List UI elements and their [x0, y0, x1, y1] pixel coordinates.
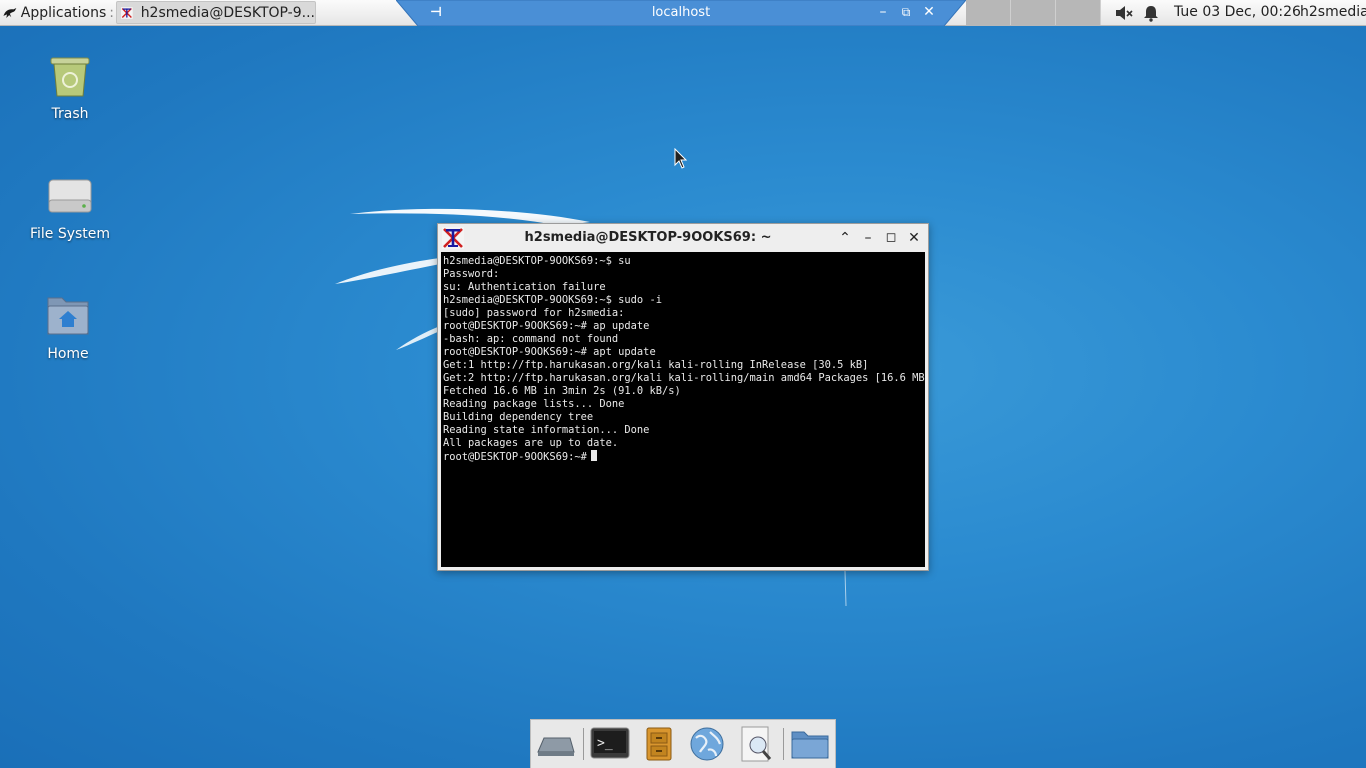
- terminal-output[interactable]: h2smedia@DESKTOP-9OOKS69:~$ su Password:…: [441, 252, 925, 567]
- terminal-line: root@DESKTOP-9OOKS69:~# apt update: [443, 346, 656, 358]
- terminal-prompt-line: root@DESKTOP-9OOKS69:~#: [443, 450, 925, 464]
- pin-icon[interactable]: ⊣: [430, 5, 446, 20]
- terminal-line: su: Authentication failure: [443, 281, 606, 293]
- terminal-line: Get:2 http://ftp.harukasan.org/kali kali…: [443, 372, 925, 384]
- workspace-3[interactable]: [1056, 0, 1101, 25]
- mouse-pointer-icon: [674, 148, 688, 169]
- remote-minimize-button[interactable]: –: [874, 3, 892, 21]
- applications-menu-button[interactable]: Applications :: [2, 1, 114, 24]
- notification-bell-icon[interactable]: [1142, 4, 1160, 22]
- terminal-line: Reading package lists... Done: [443, 398, 625, 410]
- top-panel: Applications : h2smedia@DESKTOP-9... ⊣ l…: [0, 0, 1366, 26]
- desktop-icon-label: Home: [47, 346, 89, 362]
- drive-icon: [48, 179, 92, 213]
- xterm-icon: [121, 6, 133, 19]
- kali-dragon-icon: [3, 7, 17, 18]
- web-browser-icon[interactable]: [686, 724, 728, 764]
- terminal-line: root@DESKTOP-9OOKS69:~# ap update: [443, 320, 650, 332]
- search-icon[interactable]: [735, 724, 777, 764]
- terminal-line: h2smedia@DESKTOP-9OOKS69:~$ su: [443, 255, 631, 267]
- dock-separator: [783, 728, 784, 760]
- user-menu[interactable]: h2smedia: [1300, 4, 1366, 20]
- terminal-icon[interactable]: >_: [589, 724, 631, 764]
- dock-separator: [583, 728, 584, 760]
- terminal-line: Password:: [443, 268, 500, 280]
- panel-clock[interactable]: Tue 03 Dec, 00:26: [1174, 4, 1301, 20]
- remote-connection-bar: ⊣ localhost – ⧉ ✕: [396, 0, 966, 26]
- minimize-button[interactable]: –: [859, 229, 877, 247]
- applications-label: Applications: [20, 4, 107, 21]
- show-desktop-icon[interactable]: [534, 724, 576, 764]
- terminal-line: Reading state information... Done: [443, 424, 650, 436]
- workspace-2[interactable]: [1011, 0, 1056, 25]
- terminal-title: h2smedia@DESKTOP-9OOKS69: ~: [524, 230, 772, 245]
- file-cabinet-icon[interactable]: [638, 724, 680, 764]
- terminal-line: -bash: ap: command not found: [443, 333, 619, 345]
- folder-icon[interactable]: [789, 724, 831, 764]
- terminal-line: h2smedia@DESKTOP-9OOKS69:~$ sudo -i: [443, 294, 662, 306]
- trash-icon: [50, 57, 90, 97]
- home-folder-icon: [47, 297, 89, 335]
- terminal-window[interactable]: h2smedia@DESKTOP-9OOKS69: ~ ⌃ – ◻ ✕ h2sm…: [437, 223, 929, 571]
- desktop-icon-trash[interactable]: Trash: [10, 52, 130, 122]
- desktop-icon-label: File System: [29, 226, 111, 242]
- terminal-prompt: root@DESKTOP-9OOKS69:~#: [443, 451, 587, 463]
- desktop-icon-file-system[interactable]: File System: [10, 172, 130, 242]
- terminal-line: Fetched 16.6 MB in 3min 2s (91.0 kB/s): [443, 385, 681, 397]
- svg-text:>_: >_: [597, 736, 613, 751]
- remote-close-button[interactable]: ✕: [920, 3, 938, 21]
- desktop-icon-label: Trash: [51, 106, 89, 122]
- bottom-dock: >_: [530, 719, 836, 768]
- volume-muted-icon[interactable]: [1114, 4, 1134, 22]
- shade-button[interactable]: ⌃: [836, 229, 854, 247]
- text-cursor: [590, 450, 597, 461]
- terminal-line: Building dependency tree: [443, 411, 594, 423]
- workspace-1[interactable]: [966, 0, 1011, 25]
- terminal-line: Get:1 http://ftp.harukasan.org/kali kali…: [443, 359, 869, 371]
- terminal-line: All packages are up to date.: [443, 437, 619, 449]
- desktop-icon-home[interactable]: Home: [8, 292, 128, 362]
- maximize-button[interactable]: ◻: [882, 229, 900, 247]
- applications-suffix: :: [109, 4, 114, 21]
- remote-restore-button[interactable]: ⧉: [897, 3, 915, 21]
- terminal-titlebar[interactable]: h2smedia@DESKTOP-9OOKS69: ~ ⌃ – ◻ ✕: [438, 224, 928, 252]
- taskbar-item-terminal[interactable]: h2smedia@DESKTOP-9...: [116, 1, 316, 24]
- close-button[interactable]: ✕: [905, 229, 923, 247]
- remote-host-title: localhost: [651, 5, 711, 20]
- taskbar-item-label: h2smedia@DESKTOP-9...: [140, 4, 315, 21]
- terminal-line: [sudo] password for h2smedia:: [443, 307, 625, 319]
- xterm-icon: [442, 227, 464, 249]
